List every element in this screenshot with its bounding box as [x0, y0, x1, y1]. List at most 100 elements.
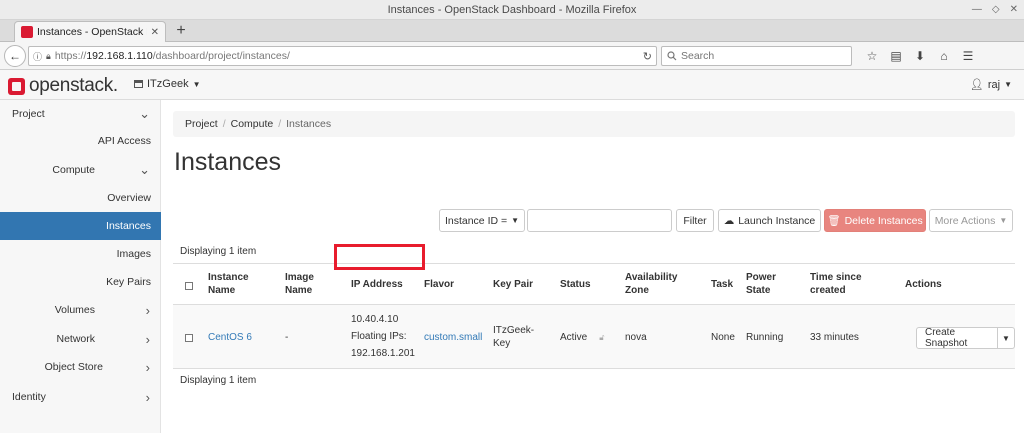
- minimize-icon[interactable]: —: [972, 0, 982, 20]
- delete-instances-button[interactable]: 🗑︎ Delete Instances: [824, 209, 926, 232]
- create-snapshot-button[interactable]: Create Snapshot: [916, 327, 998, 349]
- window-title: Instances - OpenStack Dashboard - Mozill…: [387, 4, 637, 16]
- launch-instance-label: Launch Instance: [738, 214, 816, 227]
- status-value: Active: [560, 332, 588, 343]
- tab-title: Instances - OpenStack Dasl: [37, 26, 147, 38]
- url-text[interactable]: https://192.168.1.110/dashboard/project/…: [55, 50, 639, 62]
- caret-down-icon: ▼: [1004, 80, 1012, 89]
- table-row: CentOS 6 - 10.40.4.10 Floating IPs: 192.…: [173, 304, 1015, 369]
- url-host: 192.168.1.110: [86, 50, 153, 62]
- sidebar-item-key-pairs[interactable]: Key Pairs: [0, 268, 161, 296]
- back-arrow-icon: ←: [9, 49, 21, 63]
- openstack-favicon-icon: [21, 26, 33, 38]
- sidebar-item-label: Object Store: [44, 361, 103, 373]
- select-all-checkbox[interactable]: [185, 282, 193, 290]
- column-header-image-name[interactable]: Image Name: [285, 271, 314, 297]
- openstack-logo[interactable]: openstack.: [8, 75, 118, 97]
- maximize-icon[interactable]: ◇: [992, 0, 1000, 20]
- sidebar-item-label: Images: [116, 248, 151, 260]
- reload-icon[interactable]: ↻: [643, 50, 652, 63]
- window-titlebar: Instances - OpenStack Dashboard - Mozill…: [0, 0, 1024, 20]
- logo-text: openstack.: [29, 75, 118, 96]
- sidebar-item-images[interactable]: Images: [0, 240, 161, 268]
- tab-close-icon[interactable]: ✕: [151, 27, 159, 38]
- filter-button[interactable]: Filter: [676, 209, 714, 232]
- new-tab-icon[interactable]: +: [172, 20, 190, 42]
- sidebar-item-label: Identity: [12, 391, 46, 403]
- launch-instance-button[interactable]: ☁︎ Launch Instance: [718, 209, 821, 232]
- caret-down-icon: ▼: [999, 216, 1008, 225]
- column-header-actions: Actions: [905, 279, 942, 290]
- sidebar-item-object-store[interactable]: Object Store ›: [0, 353, 161, 381]
- sidebar-item-network[interactable]: Network ›: [0, 325, 161, 353]
- filter-field-dropdown[interactable]: Instance ID = ▼: [439, 209, 525, 232]
- sidebar-item-volumes[interactable]: Volumes ›: [0, 296, 161, 324]
- bookmark-star-icon[interactable]: ☆: [860, 46, 884, 66]
- breadcrumb-compute[interactable]: Compute: [231, 118, 274, 130]
- trash-icon: 🗑︎: [827, 215, 841, 227]
- caret-down-icon: ▼: [192, 79, 201, 89]
- breadcrumb: Project / Compute / Instances: [173, 111, 1015, 137]
- sidebar-item-api-access[interactable]: API Access: [0, 127, 161, 155]
- more-actions-button[interactable]: More Actions ▼: [929, 209, 1013, 232]
- chevron-right-icon: ›: [145, 359, 150, 375]
- instance-name-link[interactable]: CentOS 6: [208, 331, 252, 344]
- filter-button-label: Filter: [683, 214, 707, 227]
- project-selector[interactable]: ITzGeek ▼: [134, 78, 201, 90]
- flavor-link[interactable]: custom.small: [424, 331, 482, 344]
- filter-input[interactable]: [527, 209, 672, 232]
- downloads-icon[interactable]: ⬇: [908, 46, 932, 66]
- sidebar-item-label: Overview: [107, 192, 151, 204]
- sidebar-item-project[interactable]: Project ⌄: [0, 100, 161, 128]
- sidebar-item-label: Compute: [52, 164, 95, 176]
- column-header-ip-address[interactable]: IP Address: [351, 278, 403, 291]
- search-input[interactable]: [681, 50, 841, 62]
- sidebar-item-compute[interactable]: Compute ⌄: [0, 156, 161, 184]
- sidebar-item-overview[interactable]: Overview: [0, 184, 161, 212]
- floating-ip: 192.168.1.201: [351, 348, 415, 359]
- url-bar[interactable]: ⓘ 🔒︎ https://192.168.1.110/dashboard/pro…: [28, 46, 657, 66]
- row-checkbox[interactable]: [185, 334, 193, 342]
- row-actions-dropdown[interactable]: ▼: [997, 327, 1015, 349]
- window-controls: — ◇ ✕: [972, 0, 1018, 20]
- column-header-key-pair[interactable]: Key Pair: [493, 278, 533, 291]
- page-title: Instances: [174, 148, 282, 176]
- column-header-power-state[interactable]: Power State: [746, 271, 776, 297]
- url-scheme: https://: [54, 50, 87, 62]
- column-header-flavor[interactable]: Flavor: [424, 278, 454, 291]
- ip-address-cell: 10.40.4.10 Floating IPs: 192.168.1.201: [351, 313, 415, 360]
- column-header-availability-zone[interactable]: Availability Zone: [625, 271, 677, 297]
- back-button[interactable]: ←: [4, 45, 26, 67]
- status-cell: Active 🔓︎: [560, 331, 604, 344]
- toolbar-icons: ☆ ▤ ⬇ ⌂ ☰: [860, 46, 980, 66]
- project-icon: [134, 80, 143, 88]
- sidebar-item-instances[interactable]: Instances: [0, 212, 161, 240]
- search-box[interactable]: [661, 46, 852, 66]
- info-icon[interactable]: ⓘ: [33, 50, 42, 63]
- image-name-cell: -: [285, 332, 289, 343]
- column-header-time-since-created[interactable]: Time since created: [810, 271, 862, 297]
- column-header-status[interactable]: Status: [560, 278, 591, 291]
- cloud-upload-icon: ☁︎: [723, 214, 735, 227]
- browser-tab[interactable]: Instances - OpenStack Dasl ✕: [14, 21, 166, 42]
- user-menu[interactable]: 👤︎ raj ▼: [969, 78, 1012, 92]
- sidebar: Project ⌄ API Access Compute ⌄ Overview …: [0, 100, 161, 433]
- key-pair-line: ITzGeek-: [493, 325, 535, 336]
- menu-icon[interactable]: ☰: [956, 46, 980, 66]
- close-icon[interactable]: ✕: [1010, 0, 1018, 20]
- column-header-task[interactable]: Task: [711, 278, 733, 291]
- header-line: Availability: [625, 272, 678, 283]
- column-header-instance-name[interactable]: Instance Name: [208, 271, 249, 297]
- header-line: Instance: [208, 272, 249, 283]
- sidebar-item-identity[interactable]: Identity ›: [0, 383, 161, 411]
- openstack-logo-icon: [8, 77, 25, 95]
- reading-list-icon[interactable]: ▤: [884, 46, 908, 66]
- user-icon: 👤︎: [969, 79, 984, 91]
- header-line: State: [746, 285, 771, 296]
- sidebar-item-label: Network: [56, 333, 95, 345]
- lock-warning-icon[interactable]: 🔒︎: [46, 51, 51, 62]
- delete-instances-label: Delete Instances: [844, 214, 923, 227]
- header-line: created: [810, 285, 846, 296]
- home-icon[interactable]: ⌂: [932, 46, 956, 66]
- breadcrumb-project[interactable]: Project: [185, 118, 218, 130]
